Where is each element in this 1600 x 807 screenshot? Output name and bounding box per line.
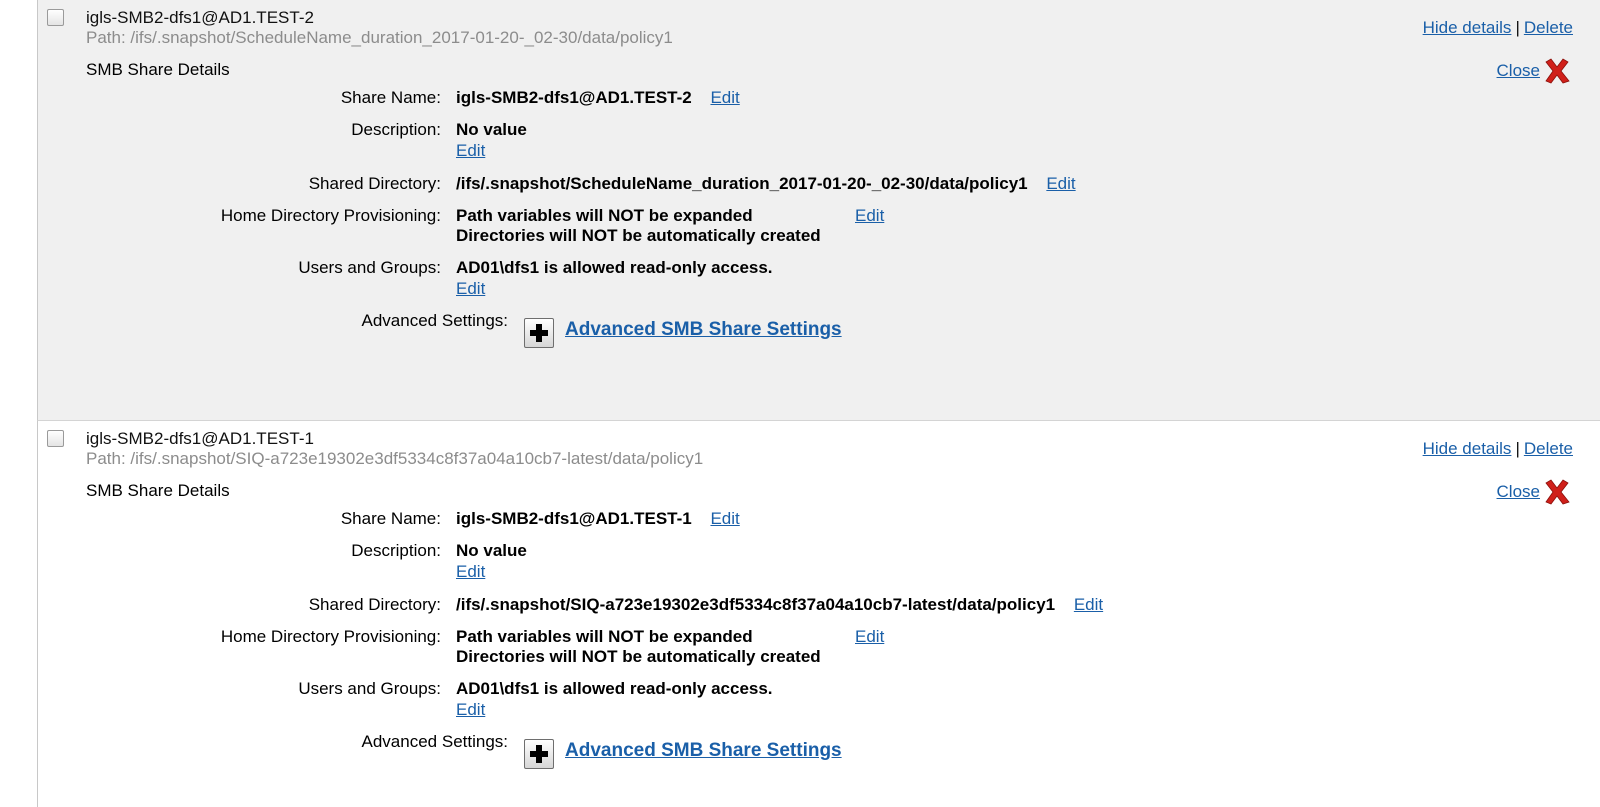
share-item: igls-SMB2-dfs1@AD1.TEST-2 Path: /ifs/.sn… (37, 0, 1600, 421)
share-path: Path: /ifs/.snapshot/ScheduleName_durati… (86, 28, 673, 47)
action-separator: | (1515, 439, 1520, 458)
shared-directory-label: Shared Directory: (308, 595, 441, 614)
share-item: igls-SMB2-dfs1@AD1.TEST-1 Path: /ifs/.sn… (37, 421, 1600, 807)
share-name-value: igls-SMB2-dfs1@AD1.TEST-1 Edit (456, 509, 740, 529)
action-separator: | (1515, 18, 1520, 37)
close-x-icon[interactable] (1542, 56, 1572, 86)
description-value: No value (456, 120, 527, 139)
home-directory-label: Home Directory Provisioning: (220, 627, 441, 646)
description-label: Description: (351, 120, 441, 139)
home-directory-line1: Path variables will NOT be expanded (456, 627, 753, 646)
hide-details-link[interactable]: Hide details (1423, 18, 1512, 37)
edit-description-link[interactable]: Edit (456, 562, 485, 582)
delete-link[interactable]: Delete (1524, 439, 1573, 458)
edit-users-groups-link[interactable]: Edit (456, 279, 485, 299)
share-title: igls-SMB2-dfs1@AD1.TEST-2 (86, 8, 314, 27)
shared-directory-text: /ifs/.snapshot/SIQ-a723e19302e3df5334c8f… (456, 595, 1056, 614)
edit-description-link[interactable]: Edit (456, 141, 485, 161)
share-select-checkbox[interactable] (47, 9, 64, 26)
share-name-value: igls-SMB2-dfs1@AD1.TEST-2 Edit (456, 88, 740, 108)
expand-advanced-button[interactable] (524, 318, 554, 348)
advanced-smb-settings-link[interactable]: Advanced SMB Share Settings (565, 741, 842, 761)
close-link[interactable]: Close (1497, 61, 1540, 81)
edit-users-groups-link[interactable]: Edit (456, 700, 485, 720)
share-name-text: igls-SMB2-dfs1@AD1.TEST-2 (456, 88, 692, 107)
close-details[interactable]: Close (1497, 477, 1572, 507)
details-heading: SMB Share Details (86, 60, 230, 79)
users-groups-label: Users and Groups: (298, 679, 441, 698)
expand-advanced-button[interactable] (524, 739, 554, 769)
description-value: No value (456, 541, 527, 560)
users-groups-label: Users and Groups: (298, 258, 441, 277)
edit-home-directory-link[interactable]: Edit (855, 206, 884, 226)
users-groups-value: AD01\dfs1 is allowed read-only access. (456, 679, 773, 698)
home-directory-line1: Path variables will NOT be expanded (456, 206, 753, 225)
shared-directory-value: /ifs/.snapshot/SIQ-a723e19302e3df5334c8f… (456, 595, 1103, 615)
edit-shared-directory-link[interactable]: Edit (1046, 174, 1075, 193)
edit-share-name-link[interactable]: Edit (710, 88, 739, 107)
share-name-text: igls-SMB2-dfs1@AD1.TEST-1 (456, 509, 692, 528)
advanced-settings-label: Advanced Settings: (361, 311, 508, 330)
users-groups-value: AD01\dfs1 is allowed read-only access. (456, 258, 773, 277)
plus-icon (530, 745, 548, 763)
share-actions: Hide details | Delete (1423, 439, 1573, 459)
share-select-checkbox[interactable] (47, 430, 64, 447)
hide-details-link[interactable]: Hide details (1423, 439, 1512, 458)
details-heading: SMB Share Details (86, 481, 230, 500)
shared-directory-value: /ifs/.snapshot/ScheduleName_duration_201… (456, 174, 1076, 194)
advanced-settings-label: Advanced Settings: (361, 732, 508, 751)
close-details[interactable]: Close (1497, 56, 1572, 86)
home-directory-line2: Directories will NOT be automatically cr… (456, 226, 821, 245)
delete-link[interactable]: Delete (1524, 18, 1573, 37)
edit-home-directory-link[interactable]: Edit (855, 627, 884, 647)
edit-shared-directory-link[interactable]: Edit (1074, 595, 1103, 614)
edit-share-name-link[interactable]: Edit (710, 509, 739, 528)
share-title: igls-SMB2-dfs1@AD1.TEST-1 (86, 429, 314, 448)
close-x-icon[interactable] (1542, 477, 1572, 507)
shared-directory-label: Shared Directory: (308, 174, 441, 193)
plus-icon (530, 324, 548, 342)
home-directory-label: Home Directory Provisioning: (220, 206, 441, 225)
advanced-smb-settings-link[interactable]: Advanced SMB Share Settings (565, 320, 842, 340)
share-path: Path: /ifs/.snapshot/SIQ-a723e19302e3df5… (86, 449, 704, 468)
close-link[interactable]: Close (1497, 482, 1540, 502)
home-directory-line2: Directories will NOT be automatically cr… (456, 647, 821, 666)
share-name-label: Share Name: (340, 88, 441, 107)
share-name-label: Share Name: (340, 509, 441, 528)
share-actions: Hide details | Delete (1423, 18, 1573, 38)
description-label: Description: (351, 541, 441, 560)
shared-directory-text: /ifs/.snapshot/ScheduleName_duration_201… (456, 174, 1028, 193)
